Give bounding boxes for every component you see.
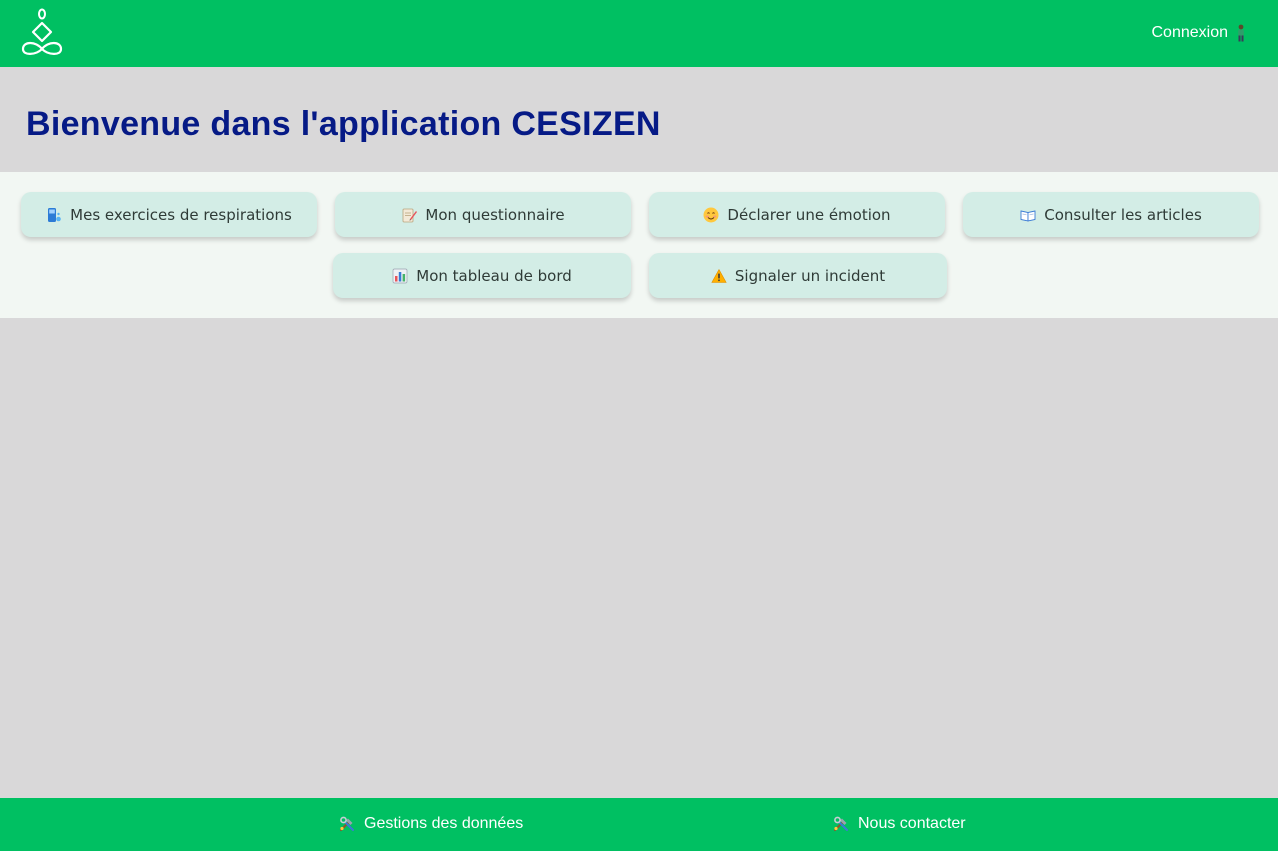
app-root: Connexion Bienvenue dans l'application C…	[0, 0, 1278, 851]
open-book-icon	[1020, 207, 1036, 223]
main-menu: Mes exercices de respirations Mon questi…	[0, 172, 1278, 318]
smiling-face-icon	[703, 207, 719, 223]
nav-item-label: Mon tableau de bord	[416, 266, 572, 285]
read-articles-button[interactable]: Consulter les articles	[963, 192, 1259, 237]
person-breathing-icon	[46, 207, 62, 223]
nav-item-label: Mon questionnaire	[425, 205, 565, 224]
bar-chart-icon	[392, 268, 408, 284]
dashboard-button[interactable]: Mon tableau de bord	[333, 253, 631, 298]
warning-icon	[711, 268, 727, 284]
declare-emotion-button[interactable]: Déclarer une émotion	[649, 192, 945, 237]
questionnaire-button[interactable]: Mon questionnaire	[335, 192, 631, 237]
person-icon	[1234, 24, 1248, 42]
nav-item-label: Signaler un incident	[734, 266, 886, 285]
welcome-banner: Bienvenue dans l'application CESIZEN	[0, 67, 1278, 172]
memo-icon	[401, 207, 418, 223]
top-navbar: Connexion	[0, 0, 1278, 67]
footer-link-label: Gestions des données	[364, 815, 524, 832]
breathing-exercises-button[interactable]: Mes exercices de respirations	[21, 192, 317, 237]
nav-item-label: Consulter les articles	[1044, 205, 1202, 224]
report-incident-button[interactable]: Signaler un incident	[649, 253, 947, 298]
nav-item-label: Mes exercices de respirations	[70, 205, 292, 224]
footer-link-label: Nous contacter	[858, 815, 966, 832]
nav-item-label: Déclarer une émotion	[727, 205, 891, 224]
login-link[interactable]: Connexion	[1152, 22, 1249, 44]
footer: Gestions des données Nous contacter	[0, 798, 1278, 851]
data-management-link[interactable]: Gestions des données	[338, 814, 523, 834]
tools-icon	[338, 815, 356, 833]
login-label: Connexion	[1151, 24, 1229, 41]
tools-icon	[832, 815, 850, 833]
meditation-logo-icon[interactable]	[20, 7, 64, 57]
page-title: Bienvenue dans l'application CESIZEN	[26, 105, 661, 143]
contact-link[interactable]: Nous contacter	[832, 814, 966, 834]
